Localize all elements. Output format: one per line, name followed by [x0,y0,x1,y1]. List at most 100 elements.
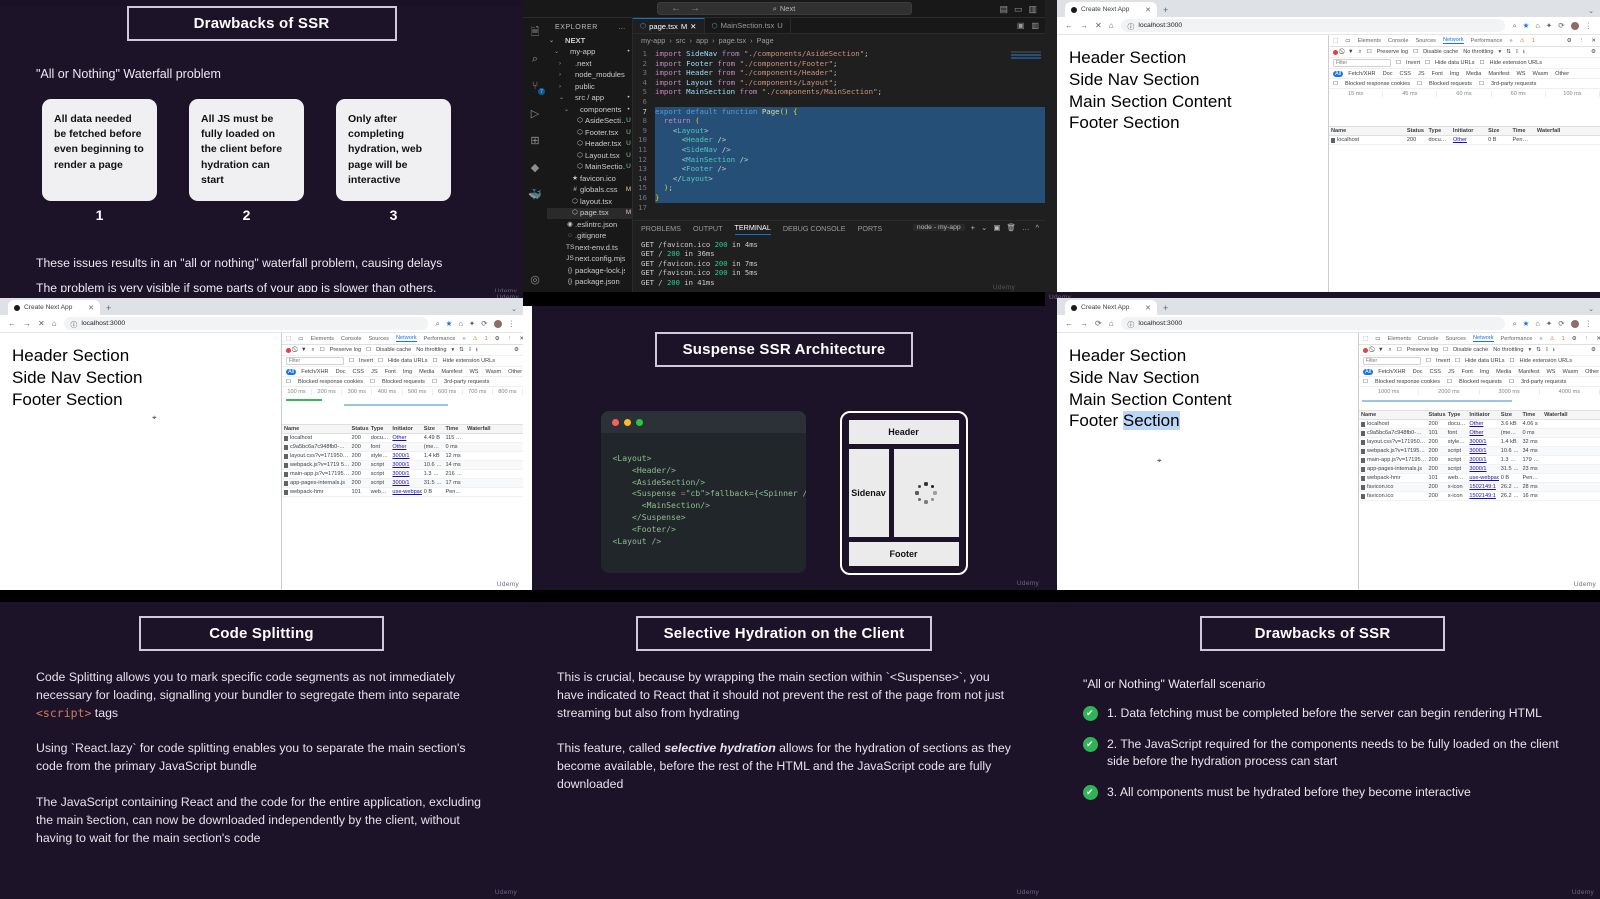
resource-type-chip[interactable]: JS [1446,369,1457,375]
address-bar[interactable]: ⓘ localhost:3000 [63,317,429,330]
col-status[interactable]: Status [1405,128,1427,134]
resource-type-chip[interactable]: Img [1478,369,1491,375]
browser-tab[interactable]: Create Next App ✕ [1065,300,1157,315]
extensions-icon[interactable]: ⊞ [528,133,542,147]
network-request-table[interactable]: Name Status Type Initiator Size Time Wat… [1359,411,1600,590]
kebab-menu-icon[interactable]: ⋮ [1579,38,1585,44]
avatar[interactable] [1570,319,1579,328]
file-tree-item[interactable]: ⬡ Header.tsx U [547,139,632,151]
resource-type-chip[interactable]: Font [383,369,398,375]
browser-actions[interactable]: ⌕ ★ ⌂ ✦ ⟳ ⋮ [1512,319,1592,329]
resource-type-chip[interactable]: CSS [351,369,367,375]
cell-initiator[interactable]: 3000/1 [1467,439,1498,445]
resource-type-chip[interactable]: Manifest [1486,71,1511,77]
table-row[interactable]: app-pages-internals.js 200 script 3000/1 31.… [282,479,523,488]
import-har-icon[interactable]: ⭱ [1546,345,1548,355]
export-har-icon[interactable]: ⭳ [476,345,478,355]
file-tree-item[interactable]: ⬡MainSectio…U [547,162,632,174]
stop-button[interactable]: ✕ [1095,21,1102,30]
zoom-icon[interactable]: ⌕ [1512,21,1516,31]
preserve-log-checkbox[interactable]: ☐ [320,347,325,353]
terminal-toolbar[interactable]: node - my-app + ⌄ ▣ 🗑 … ^ [912,223,1039,232]
resource-type-chip[interactable]: Doc [1411,369,1425,375]
resource-type-chip[interactable]: Doc [334,369,348,375]
toggle-primary-sidebar-icon[interactable]: ▤ [999,4,1008,15]
cell-initiator[interactable]: 3000/1 [1467,466,1498,472]
minimize-icon[interactable]: ⌄ [1588,305,1594,313]
devtools-tab-bar[interactable]: ⬚ ▭ Elements Console Sources Network Per… [1359,333,1600,345]
chevron-icon[interactable]: › [559,72,566,78]
blocked-requests-checkbox[interactable]: ☐ [370,379,375,385]
col-status[interactable]: Status [1426,412,1445,418]
devtools-tab-elements[interactable]: Elements [1358,38,1381,44]
network-request-table[interactable]: Name Status Type Initiator Size Time Wat… [1329,127,1600,292]
table-row[interactable]: webpack.js?v=1719 5… 200 script 3000/1 10.6 … [282,461,523,470]
warning-badge[interactable]: ⚠ [1520,38,1525,44]
network-extra-filters[interactable]: ☐ Blocked response cookies ☐ Blocked req… [1329,79,1600,89]
file-tree-item[interactable]: ⌄ my-app • [547,47,632,59]
minimap[interactable] [1011,51,1041,67]
chevron-down-icon[interactable]: ▾ [1528,347,1531,353]
file-tree-item[interactable]: {} package.json [547,277,632,289]
editor-layout-icon[interactable]: ▥ [1031,21,1039,30]
address-bar[interactable]: ⓘ localhost:3000 [1120,19,1506,32]
devtools-tab-bar[interactable]: ⬚ ▭ Elements Console Sources Network Per… [282,333,523,345]
extension-icon[interactable]: ✦ [1546,319,1552,328]
kebab-menu-icon[interactable]: ⋮ [508,319,516,328]
kebab-menu-icon[interactable]: ⋮ [1585,21,1593,30]
devtools-tab-network[interactable]: Network [395,335,417,342]
file-tree-item[interactable]: ⬡ layout.tsx [547,196,632,208]
resource-type-chip[interactable]: JS [1416,71,1427,77]
resource-type-chip[interactable]: All [286,368,297,375]
invert-checkbox[interactable]: ☐ [349,358,354,364]
account-icon[interactable]: ◎ [528,272,542,286]
resource-type-chip[interactable]: Other [1583,369,1600,375]
table-row[interactable]: c9a5bc6a7c948fb0-… 101 font Other (me… 0 ms [1359,429,1600,438]
search-icon[interactable]: ⌕ [1359,49,1362,56]
chevron-icon[interactable]: ⌄ [549,38,556,44]
resource-type-chip[interactable]: WS [1515,71,1528,77]
stop-button[interactable]: ✕ [38,319,45,328]
invert-checkbox[interactable]: ☐ [1426,358,1431,364]
close-tab-icon[interactable]: ✕ [88,304,94,312]
cell-initiator[interactable]: 3000/1 [390,453,421,459]
cell-initiator[interactable]: Other [390,444,421,450]
editor-tab-actions[interactable]: ▣ ▥ [1017,21,1039,30]
toggle-secondary-sidebar-icon[interactable]: ▥ [1028,4,1037,15]
cell-initiator[interactable]: 3000/1 [1467,448,1498,454]
cell-initiator[interactable]: Other [1467,430,1498,436]
site-info-icon[interactable]: ⓘ [1128,319,1135,329]
col-initiator[interactable]: Initiator [1451,128,1486,134]
resource-type-chip[interactable]: CSS [1398,71,1414,77]
kebab-menu-icon[interactable]: ⋮ [1585,319,1593,328]
devtools-tab-bar[interactable]: ⬚ ▭ Elements Console Sources Network Per… [1329,35,1600,47]
gear-icon[interactable]: ⚙ [1567,38,1572,44]
devtools-tab-sources[interactable]: Sources [368,336,389,342]
extension-icon[interactable]: ✦ [469,319,475,328]
blocked-requests-checkbox[interactable]: ☐ [1447,379,1452,385]
col-type[interactable]: Type [369,426,391,432]
chevron-down-icon[interactable]: ▾ [451,347,454,353]
table-body[interactable]: localhost 200 docu… Other 4.49 B 115 … c9a5bc6… [282,434,523,497]
resource-type-chip[interactable]: Fetch/XHR [1376,369,1407,375]
new-tab-button[interactable]: + [1163,303,1168,313]
new-tab-button[interactable]: + [106,303,111,313]
warning-badge[interactable]: ⚠ [473,336,478,342]
cell-initiator[interactable]: 3000/1 [390,471,421,477]
back-button[interactable]: ← [1065,319,1073,328]
col-time[interactable]: Time [443,426,465,432]
devtools-tab-console[interactable]: Console [1418,336,1439,342]
chevron-down-icon[interactable]: ▾ [1498,49,1501,55]
breadcrumb[interactable]: my-app › src › app › page.tsx › Page [633,34,1045,47]
col-waterfall[interactable]: Waterfall [1535,128,1600,134]
blocked-cookies-checkbox[interactable]: ☐ [286,379,291,385]
breadcrumb-item[interactable]: my-app [641,36,665,45]
network-conditions-icon[interactable]: ⇅ [1536,347,1541,353]
filter-icon[interactable]: ▼ [1348,49,1354,55]
col-name[interactable]: Name [1359,412,1426,418]
resource-type-filters[interactable]: All Fetch/XHR Doc CSS JS Font Img Media Manifest… [1329,69,1600,79]
file-tree-item[interactable]: › public [547,81,632,93]
cell-initiator[interactable]: 3000/1 [390,462,421,468]
history-icon[interactable]: ⟳ [481,319,487,328]
table-row[interactable]: localhost 200 docu… Other 4.49 B 115 … [282,434,523,443]
